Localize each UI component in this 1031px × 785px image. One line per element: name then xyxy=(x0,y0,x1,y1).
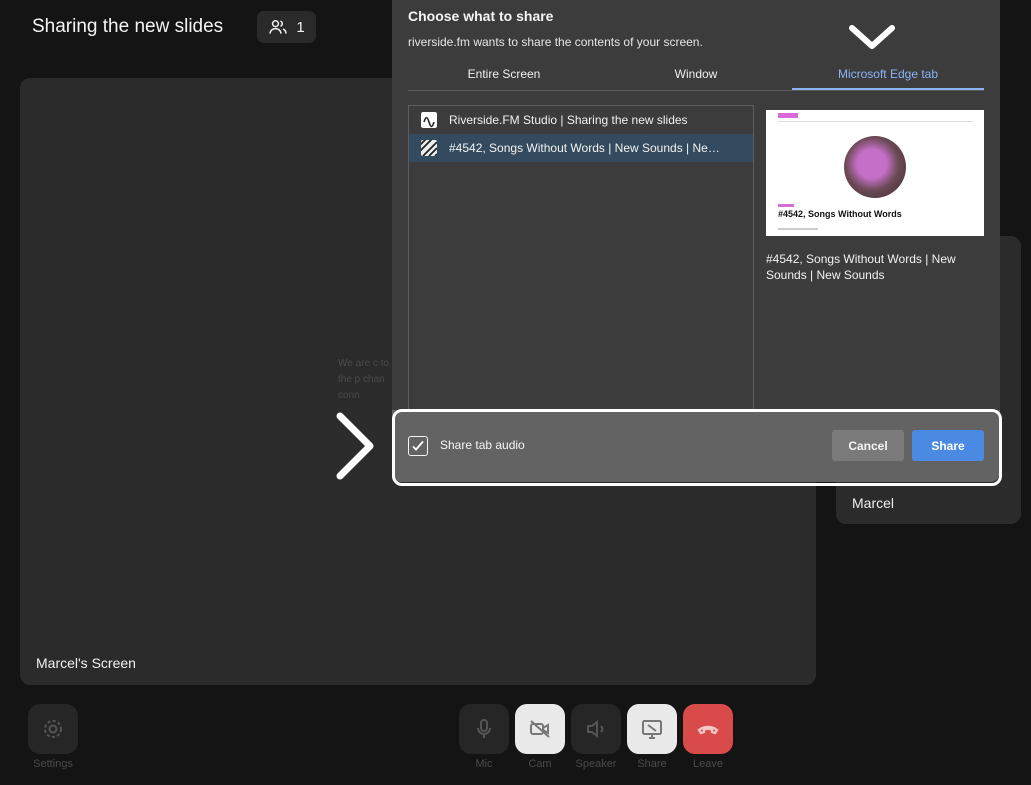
camera-off-icon xyxy=(530,720,550,738)
share-audio-label: Share tab audio xyxy=(440,438,525,452)
share-screen-button[interactable] xyxy=(627,704,677,754)
participants-button[interactable]: 1 xyxy=(257,11,316,43)
preview-album-image xyxy=(844,136,906,198)
dialog-subtitle: riverside.fm wants to share the contents… xyxy=(408,35,703,49)
preview-caption: #4542, Songs Without Words | New Sounds … xyxy=(766,252,956,282)
dialog-title: Choose what to share xyxy=(408,8,554,24)
preview-nav-divider xyxy=(778,121,973,122)
leave-label: Leave xyxy=(693,758,723,770)
share-button[interactable]: Share xyxy=(912,430,984,461)
cam-button[interactable] xyxy=(515,704,565,754)
screen-share-icon xyxy=(642,720,662,739)
people-icon xyxy=(269,20,287,34)
mic-label: Mic xyxy=(475,758,493,770)
gear-icon xyxy=(44,720,62,738)
hang-up-icon xyxy=(697,725,719,735)
preview-logo xyxy=(778,113,798,118)
list-item-label: #4542, Songs Without Words | New Sounds … xyxy=(449,141,720,155)
cancel-button[interactable]: Cancel xyxy=(832,430,904,461)
tab-window[interactable]: Window xyxy=(600,62,792,90)
chevron-right-icon xyxy=(336,412,374,480)
preview-title: #4542, Songs Without Words xyxy=(778,209,902,219)
list-item[interactable]: Riverside.FM Studio | Sharing the new sl… xyxy=(409,106,753,134)
riverside-favicon-icon xyxy=(421,112,437,128)
participant-name: Marcel xyxy=(852,495,895,511)
mic-button[interactable] xyxy=(459,704,509,754)
cam-label: Cam xyxy=(528,758,552,770)
settings-label: Settings xyxy=(33,758,73,770)
page-title: Sharing the new slides xyxy=(32,16,224,37)
newsounds-favicon-icon xyxy=(421,140,437,156)
check-icon xyxy=(412,440,424,451)
speaker-button[interactable] xyxy=(571,704,621,754)
leave-button[interactable] xyxy=(683,704,733,754)
preview-meta-line xyxy=(778,228,818,230)
settings-button[interactable] xyxy=(28,704,78,754)
mic-icon xyxy=(477,719,491,738)
speaker-label: Speaker xyxy=(575,758,617,770)
speaker-icon xyxy=(587,719,604,739)
tab-edge-tab[interactable]: Microsoft Edge tab xyxy=(792,62,984,90)
share-label: Share xyxy=(637,758,667,770)
chevron-down-icon xyxy=(849,25,895,49)
tab-list: Riverside.FM Studio | Sharing the new sl… xyxy=(408,105,754,413)
list-item[interactable]: #4542, Songs Without Words | New Sounds … xyxy=(409,134,753,162)
stage-label: Marcel's Screen xyxy=(36,655,136,671)
tab-preview-thumbnail: #4542, Songs Without Words xyxy=(766,110,984,236)
participant-count: 1 xyxy=(296,18,305,36)
tab-entire-screen[interactable]: Entire Screen xyxy=(408,62,600,90)
stage-overlay-text: We are c to the p chan conn xyxy=(338,358,389,401)
list-item-label: Riverside.FM Studio | Sharing the new sl… xyxy=(449,113,688,127)
preview-tag xyxy=(778,204,794,207)
share-source-tabs: Entire Screen Window Microsoft Edge tab xyxy=(408,62,984,91)
share-audio-checkbox[interactable] xyxy=(408,436,428,456)
